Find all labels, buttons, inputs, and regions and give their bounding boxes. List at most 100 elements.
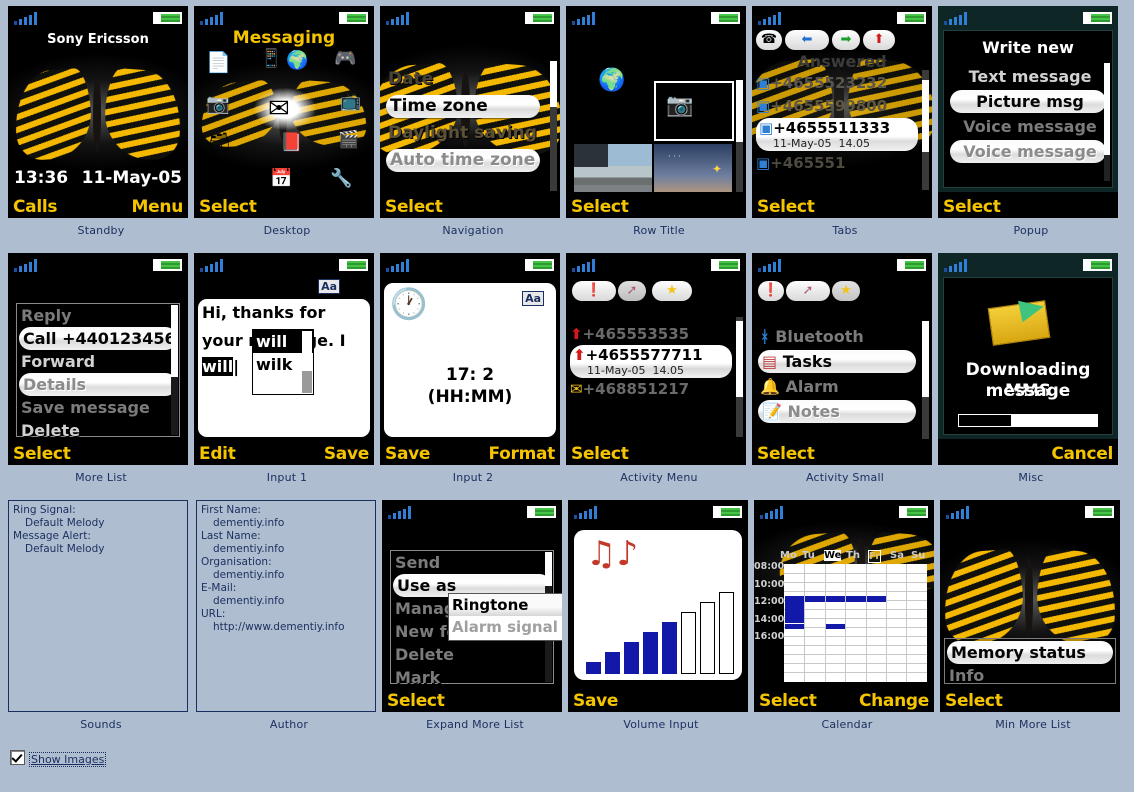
- new-events-icon[interactable]: ❗: [758, 281, 784, 301]
- panel-more-list[interactable]: Reply Call +440123456 Forward Details Sa…: [8, 253, 194, 484]
- scrollbar[interactable]: [922, 70, 929, 190]
- panel-tabs[interactable]: ☎ ⬅ ➡ ⬆ Answered ▣+4655523232 ▣+46555998…: [752, 6, 938, 237]
- camera-icon[interactable]: 📷: [206, 92, 230, 115]
- calendar-day-th[interactable]: Th: [846, 550, 860, 561]
- activity-row[interactable]: ✉+468851217: [570, 380, 732, 398]
- panel-calendar[interactable]: Mo Tu We Th Fr Sa Su 08:00 10:00 12:00 1…: [754, 500, 940, 731]
- panel-misc[interactable]: Downloading MMS message Cancel Misc: [938, 253, 1124, 484]
- more-list[interactable]: Reply Call +440123456 Forward Details Sa…: [16, 303, 180, 440]
- volume-level-bars[interactable]: [586, 592, 734, 674]
- panel-sounds[interactable]: Ring Signal: Default Melody Message Aler…: [8, 500, 194, 731]
- calendar-grid[interactable]: [784, 564, 927, 682]
- nav-item-date[interactable]: Date: [384, 68, 542, 91]
- calendar-event[interactable]: [867, 596, 886, 602]
- calendar-event[interactable]: [826, 596, 845, 602]
- book-icon[interactable]: 📕: [280, 132, 302, 153]
- nav-item-daylight-saving[interactable]: Daylight saving: [384, 122, 542, 145]
- panel-activity-small[interactable]: ❗ ➚ ★ ᚼ Bluetooth ▤ Tasks 🔔 Alarm 📝 Note…: [752, 253, 938, 484]
- panel-standby[interactable]: Sony Ericsson 13:36 11-May-05 Calls Menu…: [8, 6, 194, 237]
- time-input-dialog[interactable]: 🕐 Aa 17: 2 (HH:MM): [384, 283, 556, 437]
- calendar-event[interactable]: [785, 596, 804, 623]
- softkey-left[interactable]: Calls: [13, 197, 58, 217]
- call-row-selected[interactable]: ▣+4655511333 11-May-05 14.05: [756, 118, 918, 151]
- list-item-memory-status[interactable]: Memory status: [947, 641, 1113, 664]
- softkey-left[interactable]: Select: [757, 444, 815, 464]
- running-apps-icon[interactable]: ➚: [618, 281, 646, 301]
- phone-web-icon[interactable]: 📱: [260, 48, 282, 69]
- submenu-popup[interactable]: Ringtone Alarm signal: [448, 593, 562, 641]
- min-more-list[interactable]: Memory status Info: [944, 638, 1116, 687]
- volume-bar[interactable]: [586, 662, 601, 674]
- softkey-right[interactable]: Change: [859, 691, 929, 711]
- softkey-left[interactable]: Select: [945, 691, 1003, 711]
- calendar-event[interactable]: [846, 596, 866, 602]
- scrollbar[interactable]: [550, 61, 557, 191]
- softkey-left[interactable]: Select: [759, 691, 817, 711]
- nav-item-auto-time-zone[interactable]: Auto time zone: [386, 149, 540, 172]
- scrollbar[interactable]: [736, 317, 743, 437]
- all-calls-icon[interactable]: ☎: [756, 30, 782, 50]
- my-shortcuts-icon[interactable]: ★: [652, 281, 692, 301]
- softkey-left[interactable]: Save: [573, 691, 618, 711]
- activity-item-bluetooth[interactable]: ᚼ Bluetooth: [756, 325, 918, 348]
- calendar-day-sa[interactable]: Sa: [890, 550, 904, 561]
- text-input-mode-icon[interactable]: Aa: [318, 279, 340, 294]
- softkey-right[interactable]: Format: [489, 444, 556, 464]
- list-item-delete[interactable]: Delete: [391, 643, 553, 666]
- panel-desktop[interactable]: Messaging 📄 📱 🌍 🎮 📷 ✉ 📺 🗃 📕 🎬 ℹ 📅 🔧 Sele…: [194, 6, 380, 237]
- list-item-details[interactable]: Details: [19, 373, 177, 396]
- calendar-icon[interactable]: 📅: [270, 168, 292, 189]
- panel-navigation[interactable]: Date Time zone Daylight saving Auto time…: [380, 6, 566, 237]
- scrollbar[interactable]: [922, 321, 929, 439]
- envelope-icon[interactable]: ✉: [268, 94, 290, 124]
- list-item-save-message[interactable]: Save message: [17, 396, 179, 419]
- calendar-event[interactable]: [805, 596, 825, 602]
- show-images-control[interactable]: Show Images: [10, 750, 107, 767]
- volume-bar[interactable]: [624, 642, 639, 674]
- popup-item-text-message[interactable]: Text message: [948, 65, 1108, 88]
- activity-row[interactable]: ⬆+465553535: [570, 325, 732, 343]
- softkey-right[interactable]: Cancel: [1051, 444, 1113, 464]
- list-item-forward[interactable]: Forward: [17, 350, 179, 373]
- panel-activity-menu[interactable]: ❗ ➚ ★ ⬆+465553535 ⬆+4655577711 11-May-05…: [566, 253, 752, 484]
- scrollbar[interactable]: [302, 331, 312, 393]
- my-shortcuts-icon[interactable]: ★: [832, 281, 860, 301]
- panel-row-title[interactable]: 🌍 📷 ✦ · · · Select Row Title: [566, 6, 752, 237]
- panel-input-2[interactable]: 🕐 Aa 17: 2 (HH:MM) Save Format Input 2: [380, 253, 566, 484]
- notes-icon[interactable]: 📄: [206, 50, 231, 74]
- volume-bar[interactable]: [719, 592, 734, 674]
- panel-expand-more-list[interactable]: Send Use as Manage file New folder Delet…: [382, 500, 568, 731]
- softkey-left[interactable]: Select: [385, 197, 443, 217]
- list-item-call[interactable]: Call +440123456: [19, 327, 177, 350]
- activity-row-selected[interactable]: ⬆+4655577711 11-May-05 14.05: [570, 345, 732, 378]
- volume-bar[interactable]: [662, 622, 677, 674]
- softkey-left[interactable]: Save: [385, 444, 430, 464]
- panel-min-more-list[interactable]: Memory status Info Select Min More List: [940, 500, 1126, 731]
- list-item-send[interactable]: Send: [391, 551, 553, 574]
- media-icon[interactable]: 📺: [340, 92, 361, 112]
- panel-author[interactable]: First Name: dementiy.info Last Name: dem…: [196, 500, 382, 731]
- running-apps-icon[interactable]: ➚: [786, 281, 830, 301]
- calendar-event[interactable]: [826, 624, 845, 629]
- softkey-right[interactable]: Save: [324, 444, 369, 464]
- softkey-right[interactable]: Menu: [132, 197, 184, 217]
- show-images-label[interactable]: Show Images: [29, 752, 107, 767]
- softkey-left[interactable]: Select: [199, 197, 257, 217]
- suggestion-popup[interactable]: will wilk: [252, 329, 314, 395]
- calendar-day-su[interactable]: Su: [911, 550, 925, 561]
- calendar-day-fr[interactable]: Fr: [868, 550, 882, 563]
- list-item-info[interactable]: Info: [945, 664, 1115, 687]
- activity-item-alarm[interactable]: 🔔 Alarm: [756, 375, 918, 398]
- list-item-reply[interactable]: Reply: [17, 304, 179, 327]
- text-input-mode-icon[interactable]: Aa: [522, 291, 544, 306]
- scrollbar[interactable]: [1104, 63, 1110, 181]
- volume-bar[interactable]: [605, 652, 620, 674]
- call-row[interactable]: ▣+4655523232: [756, 74, 918, 92]
- softkey-left[interactable]: Select: [571, 444, 629, 464]
- scrollbar[interactable]: [736, 80, 743, 204]
- time-value[interactable]: 17: 2: [384, 365, 556, 385]
- popup-item-voice-message-disabled[interactable]: Voice message: [950, 140, 1106, 163]
- softkey-left[interactable]: Select: [13, 444, 71, 464]
- missed-calls-icon[interactable]: ⬆: [863, 30, 895, 50]
- gamepad-icon[interactable]: 🎮: [334, 48, 356, 69]
